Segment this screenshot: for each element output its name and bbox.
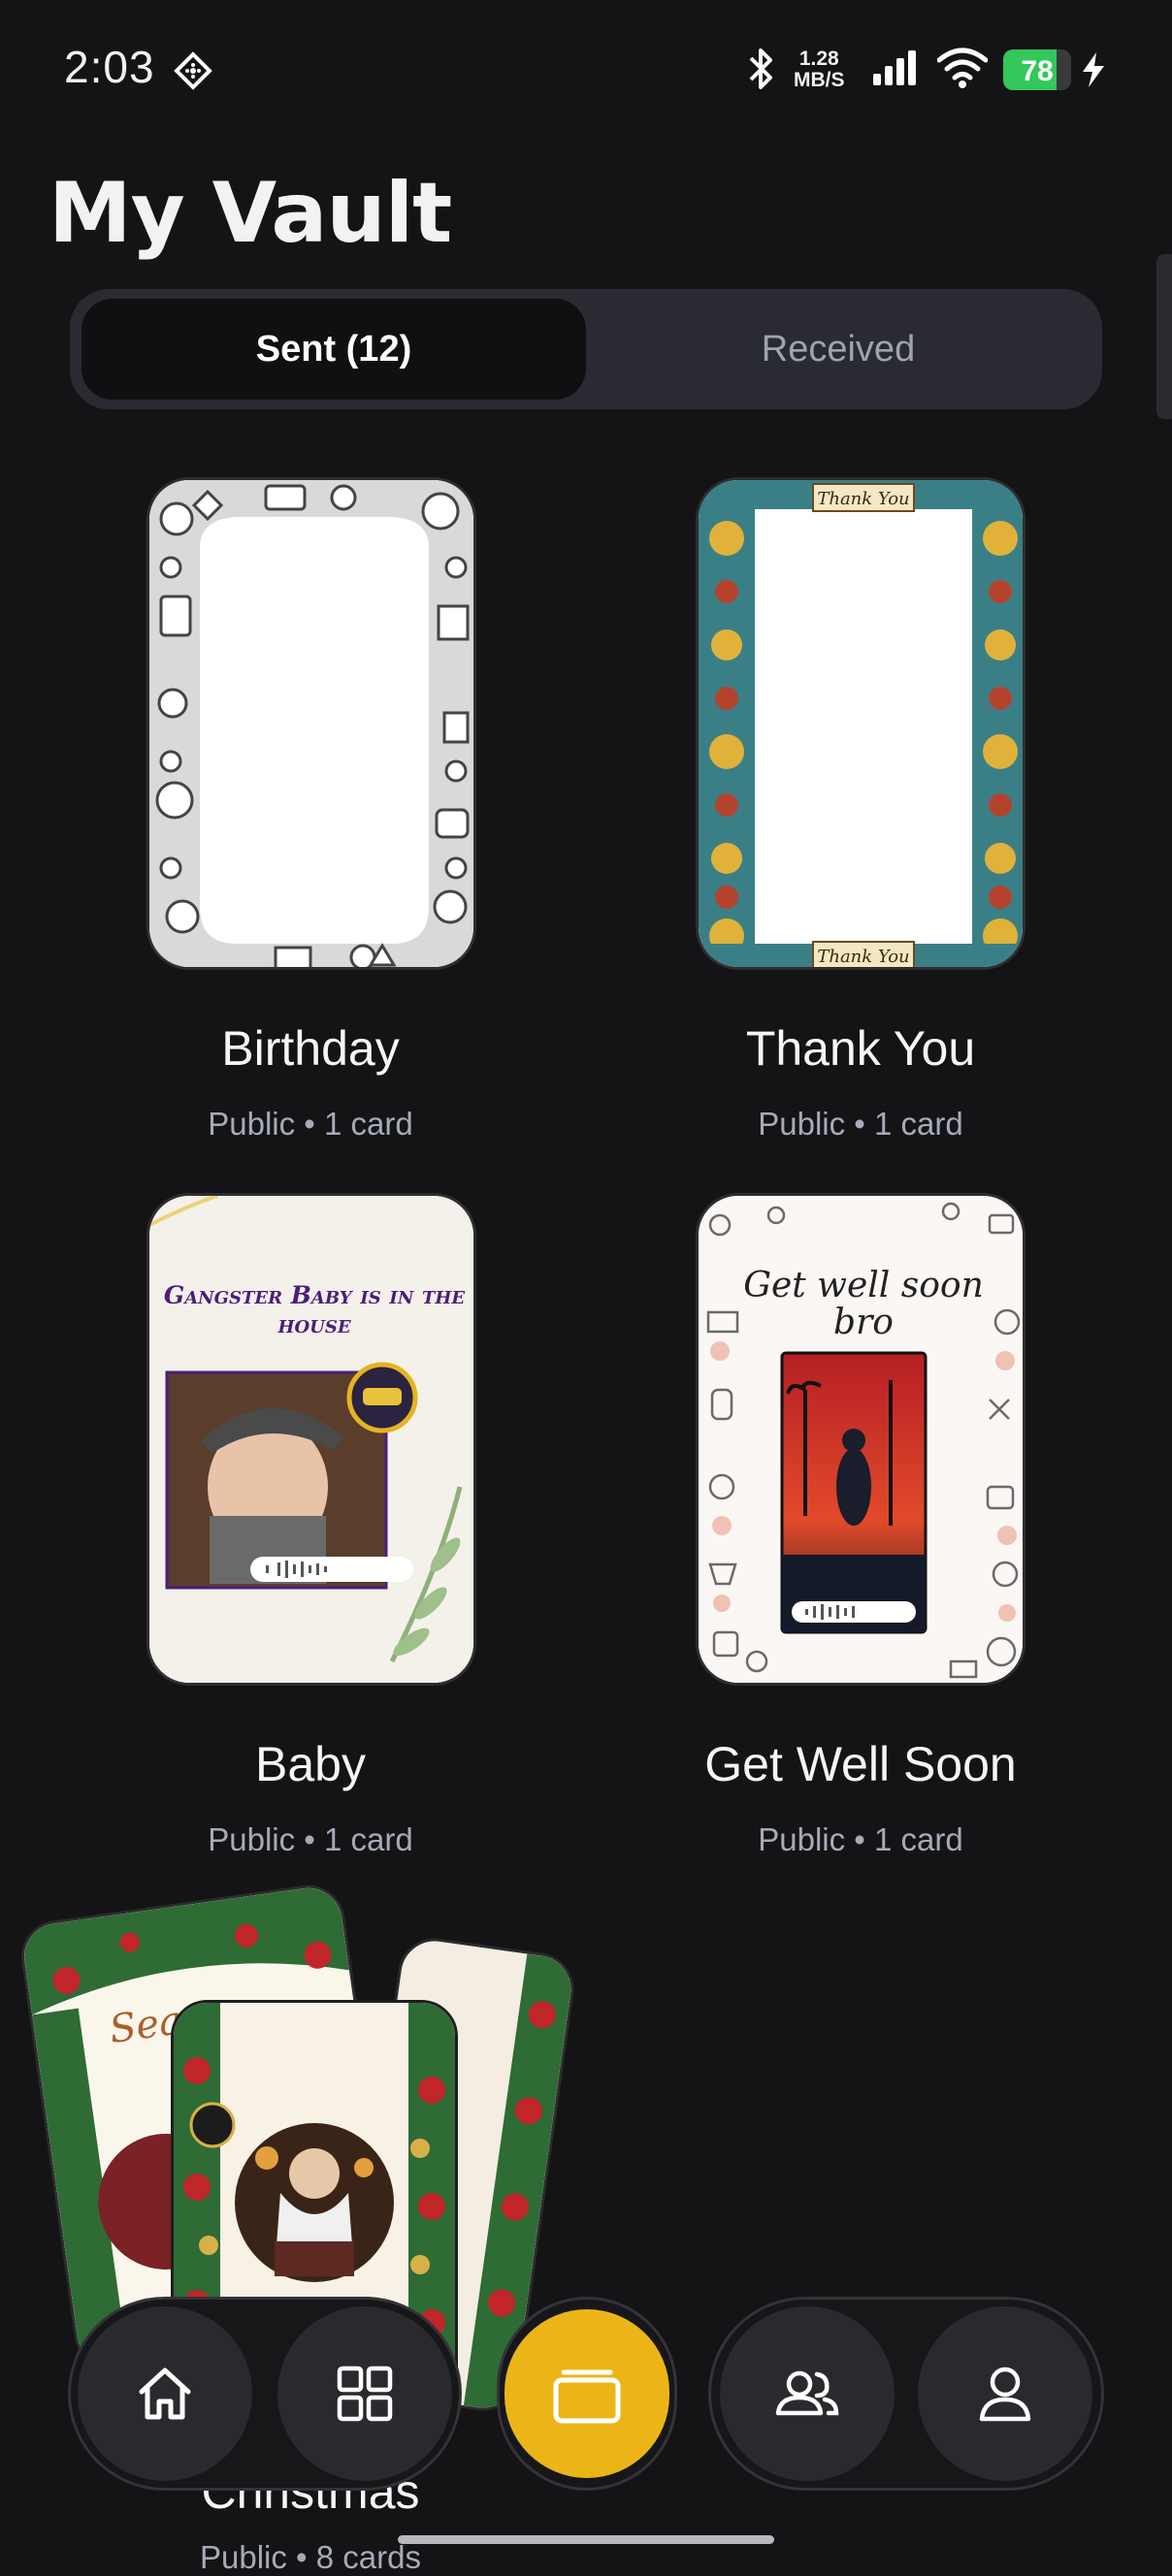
banner-top-text: Thank You: [817, 489, 909, 509]
battery-indicator: 78: [1003, 49, 1071, 90]
thank-you-card-thumbnail: Thank You Thank You: [699, 480, 1023, 967]
baby-headline: Gangster Baby is in the house: [163, 1281, 466, 1338]
category-meta: Public • 1 card: [758, 1821, 963, 1857]
category-name: Baby: [255, 1737, 366, 1791]
category-card-get-well-soon[interactable]: Get well soon bro: [696, 1193, 1026, 1686]
nav-profile[interactable]: [918, 2306, 1092, 2481]
bluetooth-icon: [749, 48, 772, 89]
grid-icon: [337, 2366, 393, 2422]
home-icon: [139, 2367, 191, 2420]
nav-friends[interactable]: [720, 2306, 895, 2481]
get-well-card-thumbnail: Get well soon bro: [699, 1196, 1023, 1683]
birthday-card-thumbnail: [149, 480, 473, 967]
network-speed: 1.28 MB/S: [794, 48, 845, 91]
home-indicator[interactable]: [398, 2535, 774, 2544]
category-meta: Public • 8 cards: [200, 2539, 421, 2575]
status-bar: 2:03 1.28 MB/S 78: [0, 0, 1172, 136]
get-well-headline: Get well soon bro: [743, 1268, 984, 1342]
friends-icon: [775, 2370, 839, 2416]
nav-grid[interactable]: [277, 2306, 452, 2481]
wifi-icon: [937, 48, 988, 88]
category-meta: Public • 1 card: [208, 1821, 413, 1857]
category-card-thank-you[interactable]: Thank You Thank You: [696, 477, 1026, 970]
scroll-handle[interactable]: [1156, 254, 1172, 419]
nav-cards[interactable]: [497, 2297, 677, 2491]
page-title: My Vault: [49, 165, 452, 262]
tab-received[interactable]: Received: [586, 299, 1091, 400]
signal-icon: [873, 50, 916, 85]
banner-bottom-text: Thank You: [817, 947, 909, 967]
cards-icon: [553, 2369, 621, 2424]
charging-icon: [1083, 52, 1104, 87]
category-card-baby[interactable]: Gangster Baby is in the house: [146, 1193, 476, 1686]
profile-icon: [979, 2367, 1031, 2422]
tab-sent[interactable]: Sent (12): [81, 299, 586, 400]
category-card-birthday[interactable]: [146, 477, 476, 970]
category-name: Thank You: [745, 1021, 976, 1076]
category-meta: Public • 1 card: [208, 1106, 413, 1142]
nav-home[interactable]: [78, 2306, 252, 2481]
baby-card-thumbnail: Gangster Baby is in the house: [149, 1196, 473, 1683]
category-name: Birthday: [221, 1021, 400, 1076]
vault-tabs: Sent (12) Received: [70, 289, 1102, 409]
notification-icon: [174, 51, 212, 90]
category-meta: Public • 1 card: [758, 1106, 963, 1142]
category-name: Get Well Soon: [704, 1737, 1017, 1791]
status-time: 2:03: [64, 42, 155, 92]
nav-cards-active[interactable]: [505, 2309, 669, 2478]
